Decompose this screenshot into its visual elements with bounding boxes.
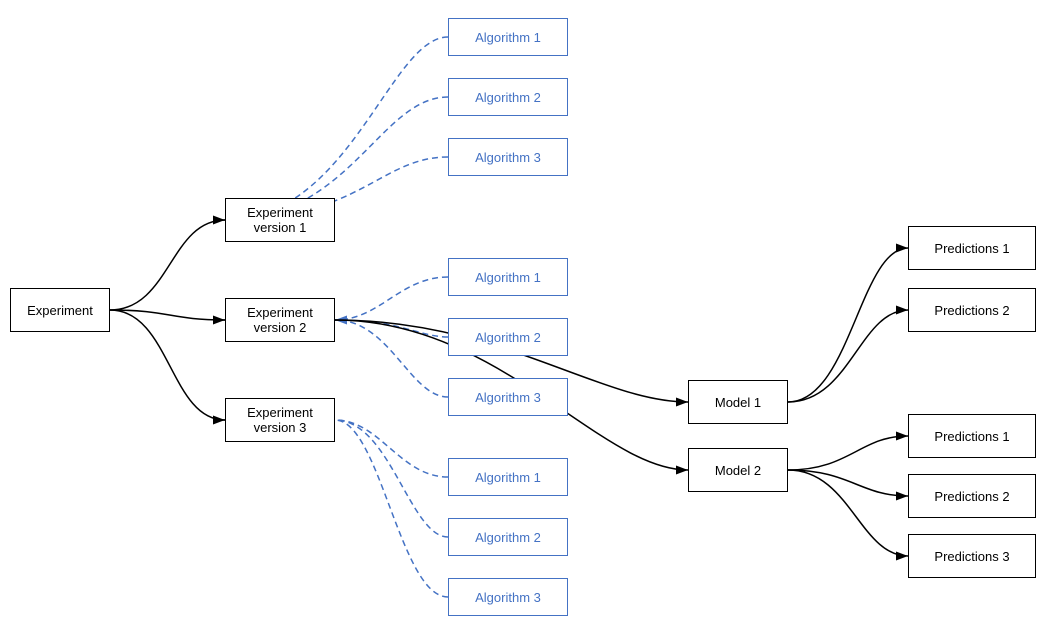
alg2-g2-node: Algorithm 2 xyxy=(448,318,568,356)
alg1-g1-node: Algorithm 1 xyxy=(448,18,568,56)
pred2-m1-node: Predictions 2 xyxy=(908,288,1036,332)
exp-v3-node: Experimentversion 3 xyxy=(225,398,335,442)
alg3-g2-node: Algorithm 3 xyxy=(448,378,568,416)
pred1-m2-node: Predictions 1 xyxy=(908,414,1036,458)
model2-node: Model 2 xyxy=(688,448,788,492)
alg2-g1-node: Algorithm 2 xyxy=(448,78,568,116)
alg1-g3-node: Algorithm 1 xyxy=(448,458,568,496)
alg2-g3-node: Algorithm 2 xyxy=(448,518,568,556)
pred2-m2-node: Predictions 2 xyxy=(908,474,1036,518)
experiment-node: Experiment xyxy=(10,288,110,332)
alg3-g1-node: Algorithm 3 xyxy=(448,138,568,176)
pred1-m1-node: Predictions 1 xyxy=(908,226,1036,270)
alg1-g2-node: Algorithm 1 xyxy=(448,258,568,296)
alg3-g3-node: Algorithm 3 xyxy=(448,578,568,616)
pred3-m2-node: Predictions 3 xyxy=(908,534,1036,578)
exp-v2-node: Experimentversion 2 xyxy=(225,298,335,342)
exp-v1-node: Experimentversion 1 xyxy=(225,198,335,242)
model1-node: Model 1 xyxy=(688,380,788,424)
